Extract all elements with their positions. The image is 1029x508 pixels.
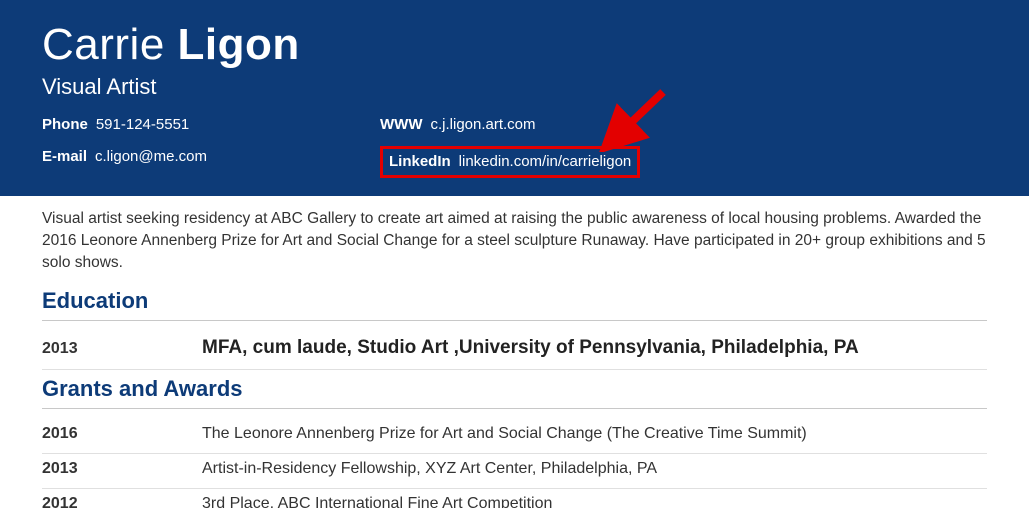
contact-email: E-mail c.ligon@me.com (42, 146, 380, 168)
contact-phone-label: Phone (42, 114, 88, 136)
award-year: 2012 (42, 495, 202, 508)
contact-www-value: c.j.ligon.art.com (430, 114, 535, 136)
linkedin-highlight-box: LinkedIn linkedin.com/in/carrieligon (380, 146, 640, 178)
section-title-education: Education (42, 288, 987, 321)
contact-www-label: WWW (380, 114, 422, 136)
contact-phone-value: 591-124-5551 (96, 114, 189, 136)
award-desc: 3rd Place, ABC International Fine Art Co… (202, 495, 552, 508)
award-entry: 2012 3rd Place, ABC International Fine A… (42, 489, 987, 508)
award-entry: 2013 Artist-in-Residency Fellowship, XYZ… (42, 454, 987, 489)
section-title-awards: Grants and Awards (42, 376, 987, 409)
resume-page: Carrie Ligon Visual Artist Phone 591-124… (0, 0, 1029, 508)
award-entry: 2016 The Leonore Annenberg Prize for Art… (42, 419, 987, 454)
job-title: Visual Artist (42, 74, 987, 100)
award-year: 2013 (42, 460, 202, 478)
award-desc: Artist-in-Residency Fellowship, XYZ Art … (202, 460, 657, 478)
resume-header: Carrie Ligon Visual Artist Phone 591-124… (0, 0, 1029, 196)
summary-text: Visual artist seeking residency at ABC G… (42, 208, 987, 274)
contact-grid: Phone 591-124-5551 E-mail c.ligon@me.com… (42, 114, 987, 178)
contact-email-label: E-mail (42, 146, 87, 168)
award-desc: The Leonore Annenberg Prize for Art and … (202, 425, 807, 443)
education-entry: 2013 MFA, cum laude, Studio Art ,Univers… (42, 331, 987, 370)
education-year: 2013 (42, 340, 202, 358)
contact-linkedin-label: LinkedIn (389, 151, 451, 173)
contact-www: WWW c.j.ligon.art.com (380, 114, 640, 136)
resume-body: Visual artist seeking residency at ABC G… (0, 196, 1029, 508)
contact-linkedin: LinkedIn linkedin.com/in/carrieligon (380, 146, 640, 178)
contact-col-right: WWW c.j.ligon.art.com LinkedIn linkedin.… (380, 114, 640, 178)
first-name: Carrie (42, 20, 165, 69)
contact-linkedin-value: linkedin.com/in/carrieligon (459, 151, 632, 173)
award-year: 2016 (42, 425, 202, 443)
contact-email-value: c.ligon@me.com (95, 146, 207, 168)
last-name: Ligon (178, 20, 300, 69)
contact-col-left: Phone 591-124-5551 E-mail c.ligon@me.com (42, 114, 380, 178)
education-desc: MFA, cum laude, Studio Art ,University o… (202, 337, 859, 359)
contact-phone: Phone 591-124-5551 (42, 114, 380, 136)
name-line: Carrie Ligon (42, 20, 987, 70)
